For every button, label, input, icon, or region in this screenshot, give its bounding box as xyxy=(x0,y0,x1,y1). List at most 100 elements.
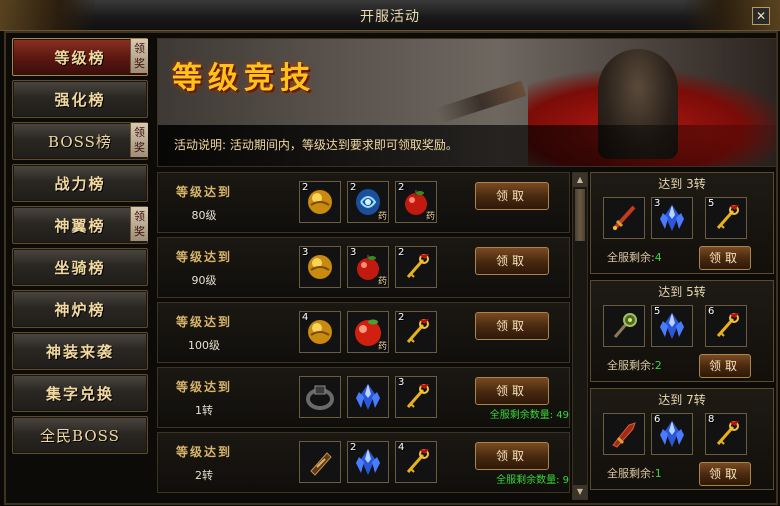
menu-item-8[interactable]: 神装来袭 xyxy=(12,332,148,370)
golden-key-icon xyxy=(716,421,739,445)
golden-key-icon xyxy=(406,319,429,343)
reward-item-slot[interactable]: 2 xyxy=(395,311,437,353)
menu-item-label: 集字兑换 xyxy=(45,385,114,403)
reward-item-slot[interactable]: 4 xyxy=(299,311,341,353)
requirement-level: 2转 xyxy=(195,469,213,482)
reward-item-slot[interactable] xyxy=(347,376,389,418)
reward-item-slot[interactable]: 5 xyxy=(651,305,693,347)
red-blade-icon xyxy=(612,422,636,448)
requirement-level: 90级 xyxy=(191,274,217,287)
reward-item-slot[interactable]: 2药 xyxy=(347,181,389,223)
scroll-up-arrow-icon[interactable]: ▲ xyxy=(573,173,587,187)
claim-button[interactable]: 领取 xyxy=(475,442,549,470)
menu-item-7[interactable]: 神炉榜 xyxy=(12,290,148,328)
reward-item-slot[interactable]: 6 xyxy=(705,305,747,347)
menu-item-6[interactable]: 坐骑榜 xyxy=(12,248,148,286)
claim-button[interactable]: 领取 xyxy=(475,182,549,210)
red-sword-icon xyxy=(612,205,636,231)
claim-reward-badge[interactable]: 领奖 xyxy=(130,207,148,241)
menu-item-label: 神翼榜 xyxy=(54,217,106,235)
reward-item-slot[interactable]: 药 xyxy=(347,311,389,353)
reward-row: 等级达到 1转 3 领取 全服剩余数量: 49 xyxy=(157,367,570,428)
remaining-value: 1 xyxy=(654,467,662,480)
claim-reward-badge[interactable]: 领奖 xyxy=(130,123,148,157)
rebirth-reward-panel: 达到 3转 3 5 全服剩余:4 领取 达到 5转 5 6 全服剩余:2 领取 达到 7转 6 8 全服剩… xyxy=(590,172,774,498)
rebirth-reward-card: 达到 7转 6 8 全服剩余:1 领取 xyxy=(590,388,774,490)
description-text: 活动期间内，等级达到要求即可领取奖励。 xyxy=(229,138,458,152)
blue-crystal-icon xyxy=(660,205,684,231)
claim-button[interactable]: 领取 xyxy=(699,354,751,378)
reward-item-slot[interactable] xyxy=(299,441,341,483)
item-count: 3 xyxy=(654,198,661,209)
reward-item-slot[interactable]: 3 xyxy=(299,246,341,288)
menu-item-9[interactable]: 集字兑换 xyxy=(12,374,148,412)
claim-button[interactable]: 领取 xyxy=(475,247,549,275)
reward-item-slot[interactable]: 6 xyxy=(651,413,693,455)
gold-orb-icon xyxy=(308,255,332,279)
remaining-value: 2 xyxy=(654,359,662,372)
claim-reward-badge[interactable]: 领奖 xyxy=(130,39,148,73)
item-count: 2 xyxy=(398,312,405,323)
claim-button[interactable]: 领取 xyxy=(475,377,549,405)
requirement-title: 等级达到 xyxy=(175,185,232,199)
reward-item-slot[interactable]: 3 xyxy=(395,376,437,418)
server-remaining: 全服剩余:4 xyxy=(607,249,662,265)
reward-item-slot[interactable]: 8 xyxy=(705,413,747,455)
close-button[interactable]: ✕ xyxy=(752,7,770,25)
requirement-title: 等级达到 xyxy=(175,250,232,264)
reward-item-slot[interactable] xyxy=(603,305,645,347)
item-count: 6 xyxy=(708,306,715,317)
remaining-value: 4 xyxy=(654,251,662,264)
golden-key-icon xyxy=(716,205,739,229)
menu-item-label: 等级榜 xyxy=(54,49,106,67)
reward-item-slot[interactable]: 3 xyxy=(651,197,693,239)
golden-key-icon xyxy=(406,449,429,473)
reward-item-slot[interactable]: 2药 xyxy=(395,181,437,223)
reward-item-slot[interactable] xyxy=(603,413,645,455)
menu-item-2[interactable]: 强化榜 xyxy=(12,80,148,118)
event-banner: 等级竞技 活动说明: 活动期间内，等级达到要求即可领取奖励。 xyxy=(157,38,777,167)
reward-row: 等级达到 90级 3 3 药 2 领取 xyxy=(157,237,570,298)
requirement-title: 等级达到 xyxy=(175,315,232,329)
menu-item-3[interactable]: BOSS榜 领奖 xyxy=(12,122,148,160)
menu-item-5[interactable]: 神翼榜 领奖 xyxy=(12,206,148,244)
golden-key-icon xyxy=(716,313,739,337)
menu-item-label: 强化榜 xyxy=(54,91,106,109)
reward-item-slot[interactable] xyxy=(603,197,645,239)
menu-item-label: 全民BOSS xyxy=(40,427,120,445)
ranking-menu: 等级榜 领奖 强化榜 BOSS榜 领奖 战力榜 神翼榜 领奖 坐骑榜 神炉榜 神装来袭 集字兑换 全民B… xyxy=(12,38,148,496)
reward-item-slot[interactable]: 3药 xyxy=(347,246,389,288)
requirement-level: 1转 xyxy=(195,404,213,417)
menu-item-label: BOSS榜 xyxy=(48,133,112,151)
item-count: 5 xyxy=(708,198,715,209)
reward-list-scrollbar[interactable]: ▲ ▼ xyxy=(572,172,588,500)
menu-item-10[interactable]: 全民BOSS xyxy=(12,416,148,454)
claim-button[interactable]: 领取 xyxy=(699,462,751,486)
reward-item-slot[interactable]: 2 xyxy=(395,246,437,288)
reward-item-slot[interactable]: 5 xyxy=(705,197,747,239)
item-tag: 药 xyxy=(377,277,387,287)
item-count: 2 xyxy=(302,182,309,193)
reward-item-slot[interactable]: 4 xyxy=(395,441,437,483)
gold-orb-icon xyxy=(308,190,332,214)
menu-item-1[interactable]: 等级榜 领奖 xyxy=(12,38,148,76)
requirement-level: 100级 xyxy=(188,339,220,352)
banner-description: 活动说明: 活动期间内，等级达到要求即可领取奖励。 xyxy=(174,136,458,153)
requirement-level: 80级 xyxy=(191,209,217,222)
menu-item-4[interactable]: 战力榜 xyxy=(12,164,148,202)
server-remaining-count: 全服剩余数量: 49 xyxy=(489,410,569,421)
claim-button[interactable]: 领取 xyxy=(699,246,751,270)
scroll-down-arrow-icon[interactable]: ▼ xyxy=(573,485,587,499)
banner-spiked-arm xyxy=(435,80,527,124)
blue-crystal-icon xyxy=(660,421,684,447)
server-remaining-count: 全服剩余数量: 9 xyxy=(496,475,569,486)
reward-list: 等级达到 80级 2 2 药 2 药领取 等级达到 90级 3 3 药 2 领取 等级达到 100级 4 药 2 领取… xyxy=(157,172,570,498)
reward-item-slot[interactable] xyxy=(299,376,341,418)
window-title: 开服活动 xyxy=(360,9,420,25)
claim-button[interactable]: 领取 xyxy=(475,312,549,340)
item-count: 4 xyxy=(398,442,405,453)
blue-crystal-icon xyxy=(356,449,380,475)
reward-item-slot[interactable]: 2 xyxy=(299,181,341,223)
reward-item-slot[interactable]: 2 xyxy=(347,441,389,483)
scroll-thumb[interactable] xyxy=(575,189,585,241)
